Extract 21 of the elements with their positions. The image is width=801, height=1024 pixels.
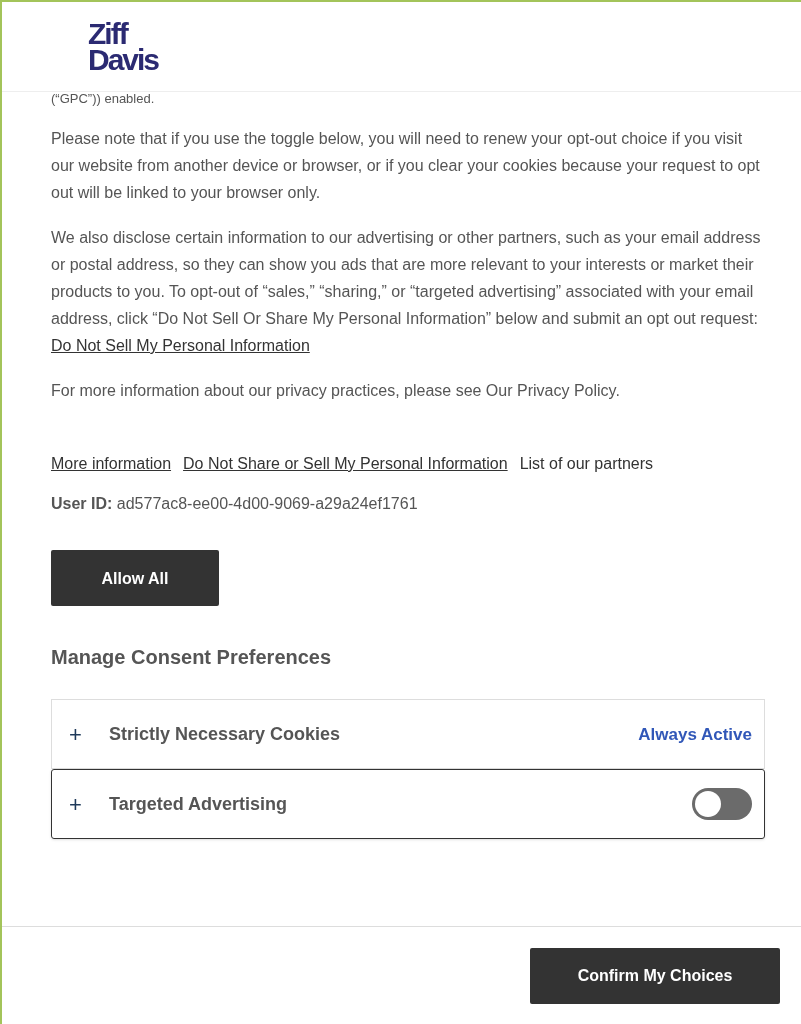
user-id-text: User ID: ad577ac8-ee00-4d00-9069-a29a24ef1761 — [51, 494, 419, 514]
footer-link[interactable]: List of our partners — [519, 450, 654, 477]
consent-category[interactable]: + Strictly Necessary Cookies Always Active — [51, 699, 765, 769]
toggle-switch[interactable] — [692, 788, 752, 820]
allow-all-button[interactable]: Allow All — [51, 550, 219, 606]
logo: Ziff Davis — [88, 20, 159, 73]
paragraph-text: We also disclose certain information to our advertising or other partners, such as your email address or postal address, so they can show you ads that are more relevant to your interests or market their products to you. To opt-out of “sales,” “sharing,” or “targeted advertising” associated with your email address, click “Do Not Sell Or Share My Personal Information” below and submit an opt out request: Do Not Sell My Personal Information — [51, 228, 761, 356]
paragraph-text: Please note that if you use the toggle below, you will need to renew your opt-out choice if you visit our website from another device or browser, or if you clear your cookies because your request to opt out will be linked to your browser only. — [51, 129, 761, 203]
confirm-button[interactable]: Confirm My Choices — [530, 947, 780, 1004]
opt-out-link[interactable]: Do Not Sell My Personal Information — [51, 337, 310, 354]
footer-link[interactable]: Do Not Share or Sell My Personal Information — [183, 450, 508, 477]
paragraph-text: (“GPC”)) enabled. — [51, 91, 156, 107]
expand-icon[interactable]: + — [69, 720, 89, 748]
category-label: Targeted Advertising — [109, 792, 288, 816]
consent-category[interactable]: + Targeted Advertising — [51, 769, 765, 839]
status-label: Always Active — [638, 723, 752, 746]
category-label: Strictly Necessary Cookies — [109, 722, 341, 746]
paragraph-text: For more information about our privacy practices, please see Our Privacy Policy. — [51, 381, 621, 401]
expand-icon[interactable]: + — [69, 790, 89, 818]
footer-link[interactable]: More information — [51, 450, 172, 477]
section-title: Manage Consent Preferences — [51, 645, 333, 670]
